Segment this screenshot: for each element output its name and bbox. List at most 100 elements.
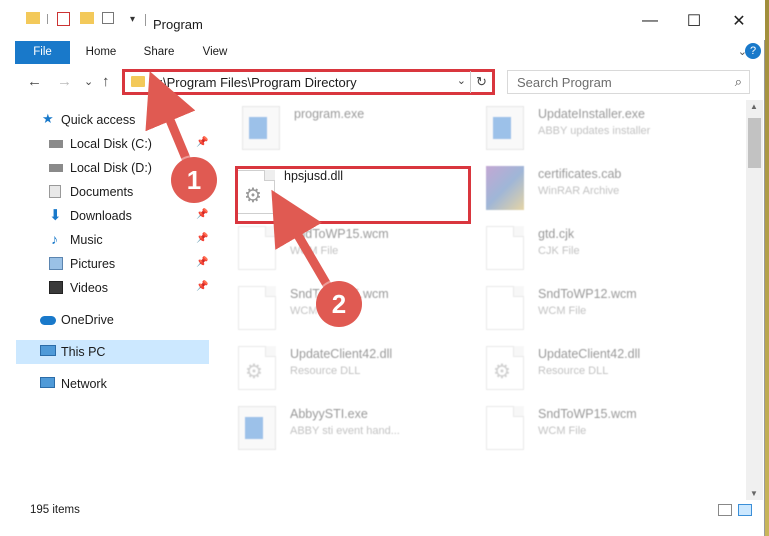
nav-item-label: Videos <box>70 281 108 295</box>
file-item[interactable]: SndToWP15.wcm WCM File <box>238 222 478 276</box>
close-button[interactable]: ✕ <box>724 10 754 32</box>
nav-item-videos[interactable]: Videos 📌 <box>0 276 210 300</box>
app-icon <box>238 406 276 450</box>
file-name: program.exe <box>294 107 365 121</box>
documents-icon <box>49 185 61 198</box>
customize-toolbar-icon[interactable] <box>102 12 114 24</box>
app-icon <box>486 106 524 150</box>
computer-icon <box>40 345 56 356</box>
tab-home[interactable]: Home <box>78 41 124 64</box>
file-item[interactable]: ⚙ UpdateClient42.dll Resource DLL <box>486 342 726 396</box>
back-arrow-icon[interactable]: ← <box>27 73 42 90</box>
file-name: AbbyySTI.exe <box>290 407 368 421</box>
file-type: Resource DLL <box>538 365 609 377</box>
star-icon: ★ <box>42 111 54 126</box>
scroll-up-icon[interactable]: ▲ <box>750 102 758 111</box>
nav-item-network[interactable]: Network <box>0 372 210 396</box>
tab-share[interactable]: Share <box>136 41 182 64</box>
address-bar[interactable]: C:\Program Files\Program Directory ⌄ ↻ <box>122 69 495 95</box>
vertical-scrollbar[interactable]: ▲ ▼ <box>746 100 763 500</box>
step-2-badge: 2 <box>316 281 362 327</box>
file-item[interactable]: ⚙ UpdateClient42.dll Resource DLL <box>238 342 478 396</box>
pin-icon[interactable]: 📌 <box>196 281 208 292</box>
file-item[interactable]: certificates.cab WinRAR Archive <box>486 162 726 216</box>
file-name: SndToWP15.wcm <box>538 407 637 421</box>
file-item[interactable]: UpdateInstaller.exe ABBY updates install… <box>486 102 726 156</box>
doc-icon <box>238 226 276 270</box>
music-icon: ♪ <box>51 231 58 247</box>
search-input[interactable]: Search Program ⌕ <box>507 70 750 94</box>
nav-item-quick-access[interactable]: ★ Quick access <box>0 108 210 132</box>
recent-locations-icon[interactable]: ⌄ <box>84 75 93 88</box>
pin-icon[interactable]: 📌 <box>196 233 208 244</box>
exe-icon <box>242 106 280 150</box>
doc-icon <box>486 286 524 330</box>
minimize-button[interactable]: — <box>635 10 665 32</box>
nav-item-label: Pictures <box>70 257 116 271</box>
up-arrow-icon[interactable]: ↑ <box>102 73 110 90</box>
pin-icon[interactable]: 📌 <box>196 257 208 268</box>
search-icon[interactable]: ⌕ <box>735 74 742 90</box>
scroll-down-icon[interactable]: ▼ <box>750 489 758 498</box>
nav-item-label: Local Disk (C:) <box>70 137 152 151</box>
folder-icon[interactable] <box>26 12 40 24</box>
network-icon <box>40 377 55 388</box>
highlighted-file-box <box>235 166 471 224</box>
refresh-icon[interactable]: ↻ <box>470 71 492 93</box>
nav-item-label: OneDrive <box>61 313 114 327</box>
file-item[interactable]: AbbyySTI.exe ABBY sti event hand... <box>238 402 478 456</box>
file-list: program.exe UpdateInstaller.exe ABBY upd… <box>212 100 746 500</box>
tab-file[interactable]: File <box>15 41 70 64</box>
properties-icon[interactable] <box>57 12 70 26</box>
quick-access-dropdown-icon[interactable]: ▾ <box>130 14 135 25</box>
tab-view[interactable]: View <box>192 41 238 64</box>
status-bar: 195 items <box>0 500 765 522</box>
nav-item-label: Network <box>61 377 107 391</box>
file-item[interactable]: gtd.cjk CJK File <box>486 222 726 276</box>
nav-item-onedrive[interactable]: OneDrive <box>0 308 210 332</box>
nav-item-pictures[interactable]: Pictures 📌 <box>0 252 210 276</box>
help-icon[interactable]: ? <box>745 43 761 59</box>
file-name: SndToWP12.wcm <box>538 287 637 301</box>
nav-item-local-disk-c[interactable]: Local Disk (C:) 📌 <box>0 132 210 156</box>
file-item[interactable]: SndToWP12.wcm WCM File <box>486 282 726 336</box>
pin-icon[interactable]: 📌 <box>196 209 208 220</box>
forward-arrow-icon[interactable]: → <box>57 73 72 90</box>
file-name: certificates.cab <box>538 167 622 181</box>
scroll-thumb[interactable] <box>748 118 761 168</box>
nav-item-downloads[interactable]: ⬇ Downloads 📌 <box>0 204 210 228</box>
nav-item-this-pc[interactable]: This PC <box>16 340 209 364</box>
drive-icon <box>49 140 63 148</box>
videos-icon <box>49 281 63 294</box>
file-item[interactable]: program.exe <box>242 102 482 156</box>
new-folder-icon[interactable] <box>80 12 94 24</box>
nav-item-music[interactable]: ♪ Music 📌 <box>0 228 210 252</box>
file-type: WinRAR Archive <box>538 185 620 197</box>
file-type: ABBY sti event hand... <box>290 425 400 437</box>
dll-gear-icon: ⚙ <box>486 346 524 390</box>
file-name: gtd.cjk <box>538 227 575 241</box>
address-path[interactable]: C:\Program Files\Program Directory <box>150 75 357 90</box>
address-dropdown-icon[interactable]: ⌄ <box>457 74 466 87</box>
cloud-icon <box>40 316 56 325</box>
archive-icon <box>486 166 524 210</box>
large-icons-view-icon[interactable] <box>738 504 752 516</box>
window-title: Program <box>153 17 203 32</box>
ribbon-tabs: File Home Share View ⌄ ? <box>0 41 765 64</box>
title-bar: ▾ Program — ☐ ✕ <box>0 0 765 40</box>
file-type: WCM File <box>538 305 587 317</box>
nav-item-label: Documents <box>70 185 134 199</box>
pictures-icon <box>49 257 63 270</box>
nav-item-label: This PC <box>61 345 106 359</box>
file-name: UpdateClient42.dll <box>538 347 641 361</box>
file-item[interactable]: SndToWP15.wcm WCM File <box>486 402 726 456</box>
nav-item-label: Music <box>70 233 103 247</box>
step-1-badge: 1 <box>171 157 217 203</box>
details-view-icon[interactable] <box>718 504 732 516</box>
item-count: 195 items <box>30 504 80 516</box>
file-name: UpdateInstaller.exe <box>538 107 646 121</box>
doc-icon <box>486 406 524 450</box>
maximize-button[interactable]: ☐ <box>679 10 709 32</box>
pin-icon[interactable]: 📌 <box>196 137 208 148</box>
separator-icon <box>145 14 146 26</box>
